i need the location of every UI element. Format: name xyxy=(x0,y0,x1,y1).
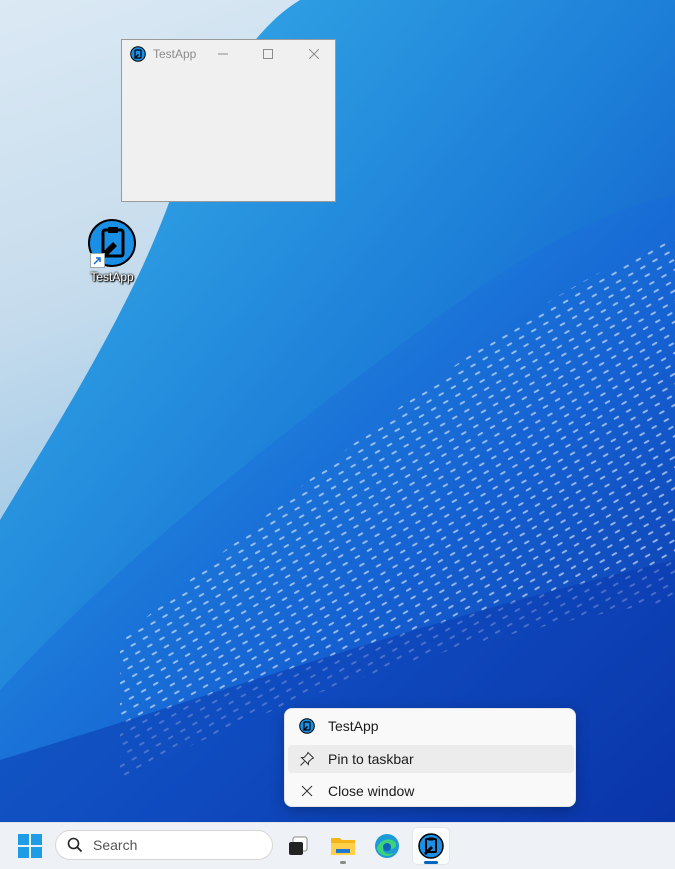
close-icon xyxy=(309,49,319,59)
desktop-shortcut-testapp[interactable]: TestApp xyxy=(82,218,142,290)
wallpaper xyxy=(0,0,675,822)
testapp-icon xyxy=(299,718,315,734)
task-view-button[interactable] xyxy=(279,827,317,865)
maximize-icon xyxy=(263,49,273,59)
file-explorer-button[interactable] xyxy=(324,827,362,865)
pin-icon xyxy=(299,751,315,767)
menu-item-label: TestApp xyxy=(328,718,379,734)
close-icon xyxy=(299,783,315,799)
testapp-window[interactable]: TestApp xyxy=(121,39,336,202)
menu-item-label: Close window xyxy=(328,783,415,799)
shortcut-arrow-icon xyxy=(90,253,105,268)
desktop: TestApp TestApp TestApp Pin to taskbar C… xyxy=(0,0,675,822)
search-placeholder: Search xyxy=(93,837,138,853)
menu-item-app[interactable]: TestApp xyxy=(288,712,574,740)
maximize-button[interactable] xyxy=(245,40,291,68)
menu-item-label: Pin to taskbar xyxy=(328,751,414,767)
search-input[interactable]: Search xyxy=(55,830,273,860)
window-titlebar[interactable]: TestApp xyxy=(122,40,335,68)
active-indicator xyxy=(424,861,438,864)
windows-logo-icon xyxy=(18,834,42,858)
task-view-icon xyxy=(289,836,308,855)
taskbar: Search xyxy=(0,822,675,869)
shortcut-label: TestApp xyxy=(90,270,134,284)
testapp-icon xyxy=(130,46,146,62)
testapp-taskbar-button[interactable] xyxy=(412,827,450,865)
testapp-icon xyxy=(87,218,137,268)
menu-item-close-window[interactable]: Close window xyxy=(288,777,574,805)
start-button[interactable] xyxy=(18,834,42,858)
taskbar-jump-list: TestApp Pin to taskbar Close window xyxy=(284,708,576,807)
search-icon xyxy=(67,837,83,853)
window-title: TestApp xyxy=(153,47,197,61)
edge-button[interactable] xyxy=(368,827,406,865)
minimize-icon xyxy=(218,53,228,55)
running-indicator xyxy=(340,861,346,864)
close-button[interactable] xyxy=(291,40,337,68)
file-explorer-icon xyxy=(331,838,355,855)
testapp-icon xyxy=(418,833,444,859)
minimize-button[interactable] xyxy=(200,40,246,68)
menu-item-pin-to-taskbar[interactable]: Pin to taskbar xyxy=(288,745,574,773)
edge-icon xyxy=(375,834,399,858)
